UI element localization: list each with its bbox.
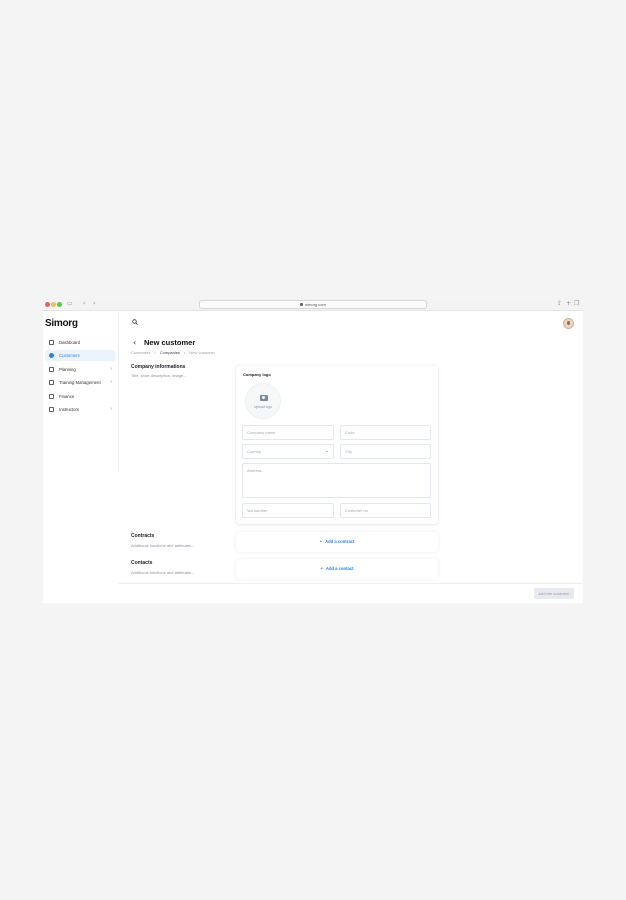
add-contract-label: Add a contract bbox=[325, 539, 355, 544]
city-placeholder: City bbox=[345, 449, 352, 454]
app-window: ▭ ‹ › simorg.com ⇪ + ❐ Simorg Dashboard … bbox=[43, 298, 583, 603]
section-title-company: Company informations bbox=[131, 364, 186, 370]
sidebar: Simorg Dashboard Customers Planning › Tr… bbox=[43, 312, 119, 472]
address-bar[interactable]: simorg.com bbox=[199, 300, 427, 309]
chevron-right-icon: › bbox=[110, 406, 112, 412]
sidebar-item-instructors[interactable]: Instructors › bbox=[45, 404, 115, 415]
breadcrumb-item-new-customer: New customer bbox=[189, 350, 215, 355]
minimize-window-button[interactable] bbox=[51, 302, 56, 307]
country-placeholder: Country bbox=[247, 449, 262, 454]
chart-icon bbox=[49, 380, 54, 385]
add-contract-button[interactable]: + Add a contract bbox=[236, 532, 438, 552]
section-title-contracts: Contracts bbox=[131, 533, 155, 539]
lock-icon bbox=[300, 303, 304, 307]
add-customer-button[interactable]: Add the customer bbox=[534, 588, 574, 599]
code-input[interactable]: Code bbox=[340, 425, 431, 440]
sidebar-item-dashboard[interactable]: Dashboard bbox=[45, 337, 115, 348]
sidebar-toggle-icon[interactable]: ▭ bbox=[67, 300, 73, 308]
section-subtitle-contracts: Additional functions and attributes... bbox=[131, 543, 195, 548]
upload-logo-label: Upload logo bbox=[253, 405, 273, 409]
company-info-card: Company logo Upload logo Company name Co… bbox=[236, 366, 438, 524]
company-name-input[interactable]: Company name bbox=[242, 425, 334, 440]
dashboard-icon bbox=[49, 340, 54, 345]
chevron-right-icon: › bbox=[110, 379, 112, 385]
customer-no-placeholder: Customer no bbox=[345, 508, 368, 513]
form-footer: Add the customer bbox=[119, 583, 583, 603]
section-title-contacts: Contacts bbox=[131, 560, 153, 566]
id-card-icon bbox=[49, 407, 54, 412]
plus-icon: + bbox=[319, 539, 323, 544]
customer-no-input[interactable]: Customer no bbox=[340, 503, 431, 518]
app-logo[interactable]: Simorg bbox=[45, 318, 78, 329]
share-icon[interactable]: ⇪ bbox=[557, 300, 562, 308]
avatar[interactable] bbox=[563, 318, 574, 329]
sidebar-item-customers[interactable]: Customers bbox=[45, 350, 115, 361]
sidebar-item-finance[interactable]: Finance bbox=[45, 391, 115, 402]
upload-logo-button[interactable]: Upload logo bbox=[245, 383, 281, 419]
breadcrumb-item-customers[interactable]: Customers bbox=[131, 350, 150, 355]
vat-number-placeholder: Vat number bbox=[247, 508, 268, 513]
breadcrumb-separator: • bbox=[183, 350, 186, 355]
finance-icon bbox=[49, 394, 54, 399]
contacts-card: + Add a contact bbox=[236, 559, 438, 579]
city-input[interactable]: City bbox=[340, 444, 431, 459]
url-text: simorg.com bbox=[305, 302, 326, 307]
sidebar-item-label: Training Management bbox=[59, 380, 101, 385]
breadcrumb: Customers • Companies • New customer bbox=[131, 350, 215, 356]
sidebar-item-planning[interactable]: Planning › bbox=[45, 364, 115, 375]
breadcrumb-separator: • bbox=[154, 350, 156, 355]
company-logo-label: Company logo bbox=[243, 372, 271, 377]
sidebar-item-label: Instructors bbox=[59, 407, 80, 412]
search-icon[interactable] bbox=[132, 319, 138, 325]
chevron-down-icon: ⌄ bbox=[324, 448, 329, 454]
plus-icon: + bbox=[320, 566, 323, 571]
new-tab-icon[interactable]: + bbox=[566, 300, 571, 308]
sidebar-item-label: Customers bbox=[59, 353, 80, 358]
address-placeholder: Address bbox=[247, 468, 262, 473]
sidebar-item-label: Dashboard bbox=[59, 340, 81, 345]
back-arrow-icon[interactable]: ‹ bbox=[83, 300, 85, 308]
code-placeholder: Code bbox=[345, 430, 355, 435]
browser-toolbar: ▭ ‹ › simorg.com ⇪ + ❐ bbox=[43, 298, 583, 311]
camera-icon bbox=[260, 395, 268, 401]
maximize-window-button[interactable] bbox=[57, 302, 62, 307]
user-icon bbox=[49, 353, 54, 358]
chevron-right-icon: › bbox=[110, 366, 112, 372]
vat-number-input[interactable]: Vat number bbox=[242, 503, 334, 518]
contracts-card: + Add a contract bbox=[236, 532, 438, 552]
sidebar-item-label: Finance bbox=[59, 394, 75, 399]
sidebar-item-training-management[interactable]: Training Management › bbox=[45, 377, 115, 388]
page-title: New customer bbox=[144, 338, 196, 347]
company-name-placeholder: Company name bbox=[247, 430, 276, 435]
add-contact-button[interactable]: + Add a contact bbox=[236, 559, 438, 579]
back-icon[interactable]: ‹ bbox=[133, 338, 136, 348]
add-contact-label: Add a contact bbox=[325, 566, 354, 571]
address-textarea[interactable]: Address bbox=[242, 463, 431, 498]
section-subtitle-company: Title, short description, image... bbox=[131, 373, 187, 378]
close-window-button[interactable] bbox=[45, 302, 50, 307]
section-subtitle-contacts: Additional functions and attributes... bbox=[131, 570, 195, 575]
sidebar-item-label: Planning bbox=[59, 367, 76, 372]
forward-arrow-icon[interactable]: › bbox=[93, 300, 95, 308]
breadcrumb-item-companies[interactable]: Companies bbox=[160, 350, 180, 355]
country-select[interactable]: Country ⌄ bbox=[242, 444, 334, 459]
calendar-icon bbox=[49, 367, 54, 372]
tabs-overview-icon[interactable]: ❐ bbox=[574, 300, 579, 308]
